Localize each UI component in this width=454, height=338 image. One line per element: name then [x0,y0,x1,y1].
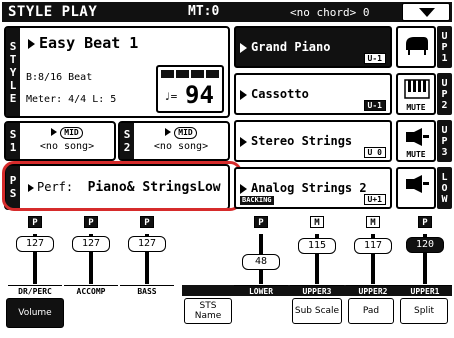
sound-upper1[interactable]: Grand Piano U-1 [234,26,392,68]
sound-off-icon[interactable]: MUTE [396,120,436,162]
sound-upper3[interactable]: Stereo Strings U 0 [234,120,392,162]
channel-drperc[interactable]: P 127 DR/PERC [8,214,62,296]
tab-split[interactable]: Split [400,298,448,324]
chevron-down-icon [419,8,435,17]
tab-upper3[interactable]: UP3 [437,120,452,162]
sound-name: Analog Strings 2 [240,181,367,195]
mute-label: MUTE [406,103,426,112]
song-panel-1[interactable]: S1 MID <no song> [4,121,116,161]
channel-label: UPPER3 [290,285,344,296]
performance-panel[interactable]: PS Perf: Piano& StringsLow [4,164,230,210]
channel-upper3[interactable]: M 115 UPPER3 [290,214,344,296]
backing-badge: BACKING [240,196,274,205]
channel-upper2[interactable]: M 117 UPPER2 [346,214,400,296]
tab-sub-scale[interactable]: Sub Scale [292,298,342,324]
tab-lower[interactable]: LOW [437,167,452,209]
volume-fader[interactable]: 127 [72,236,110,252]
channel-accomp[interactable]: P 127 ACCOMP [64,214,118,296]
play-arrow-icon [240,89,247,100]
style-panel[interactable]: STYLE Easy Beat 1 B:8/16 Beat Meter: 4/4… [4,26,230,118]
channel-label: UPPER1 [398,285,452,296]
tempo-display[interactable]: ♩= 94 [156,65,224,113]
sound-icon[interactable] [396,167,436,209]
style-meter: Meter: 4/4 L: 5 [26,94,117,105]
tab-sts-name[interactable]: STS Name [184,298,232,324]
keyboard-icon[interactable]: MUTE [396,73,436,115]
octave-tag: U-1 [363,100,386,111]
song-label: <no song> [39,141,95,152]
perf-side-label: PS [6,166,20,208]
performance-name: Perf: Piano& StringsLow [28,180,221,195]
top-bar: STYLE PLAY MT:0 <no chord> 0 [2,2,452,22]
mute-status-badge[interactable]: M [366,216,380,228]
tab-pad[interactable]: Pad [348,298,394,324]
tab-upper2[interactable]: UP2 [437,73,452,115]
midi-badge: MID [174,127,197,139]
tab-upper1[interactable]: UP1 [437,26,452,68]
tab-volume[interactable]: Volume [6,298,64,328]
tab-bar: Volume STS Name Sub Scale Pad Split [2,298,452,336]
song-1-side-label: S1 [6,123,20,159]
channel-label: UPPER2 [346,285,400,296]
channel-bass[interactable]: P 127 BASS [120,214,174,296]
play-arrow-icon [28,38,35,49]
chord-display: <no chord> 0 [290,6,370,19]
play-arrow-icon [240,183,247,194]
volume-fader[interactable]: 115 [298,238,336,254]
channel-lower[interactable]: P 48 LOWER [234,214,288,296]
play-status-badge[interactable]: P [418,216,432,228]
sound-upper2[interactable]: Cassotto U-1 [234,73,392,115]
play-arrow-icon [51,128,58,136]
octave-tag: U 0 [363,147,386,158]
piano-icon[interactable] [396,26,436,68]
volume-fader[interactable]: 120 [406,237,444,253]
song-panel-2[interactable]: S2 MID <no song> [118,121,230,161]
play-status-badge[interactable]: P [28,216,42,228]
screen: STYLE PLAY MT:0 <no chord> 0 STYLE Easy … [0,0,454,338]
channel-label: LOWER [234,285,288,296]
page-title: STYLE PLAY [8,4,98,20]
beat-indicator [161,70,219,78]
play-arrow-icon [28,183,34,192]
channel-label: ACCOMP [64,285,118,296]
tempo-value: 94 [185,81,214,109]
sound-lower[interactable]: Analog Strings 2 BACKING U+1 [234,167,392,209]
play-arrow-icon [240,42,247,53]
play-status-badge[interactable]: P [84,216,98,228]
volume-fader[interactable]: 127 [128,236,166,252]
play-arrow-icon [240,136,247,147]
sound-name: Grand Piano [240,40,330,54]
volume-fader[interactable]: 48 [242,254,280,270]
octave-tag: U-1 [363,53,386,64]
tempo-note-label: ♩= [164,90,178,103]
mute-status-badge[interactable]: M [310,216,324,228]
midi-badge: MID [60,127,83,139]
mute-label: MUTE [406,150,426,159]
song-2-side-label: S2 [120,123,134,159]
play-arrow-icon [165,128,172,136]
mixer: P 127 DR/PERC P 127 ACCOMP P 127 BASS P … [2,214,452,296]
page-menu-button[interactable] [402,3,450,21]
style-name: Easy Beat 1 [28,34,138,52]
channel-label: BASS [120,285,174,296]
octave-tag: U+1 [363,194,386,205]
sound-name: Cassotto [240,87,309,101]
play-status-badge[interactable]: P [140,216,154,228]
volume-fader[interactable]: 127 [16,236,54,252]
channel-label: DR/PERC [8,285,62,296]
volume-fader[interactable]: 117 [354,238,392,254]
style-beat: B:8/16 Beat [26,72,93,83]
sound-name: Stereo Strings [240,134,352,148]
master-transpose: MT:0 [188,4,220,19]
channel-upper1[interactable]: P 120 UPPER1 [398,214,452,296]
play-status-badge[interactable]: P [254,216,268,228]
style-side-label: STYLE [6,28,20,116]
song-label: <no song> [153,141,209,152]
